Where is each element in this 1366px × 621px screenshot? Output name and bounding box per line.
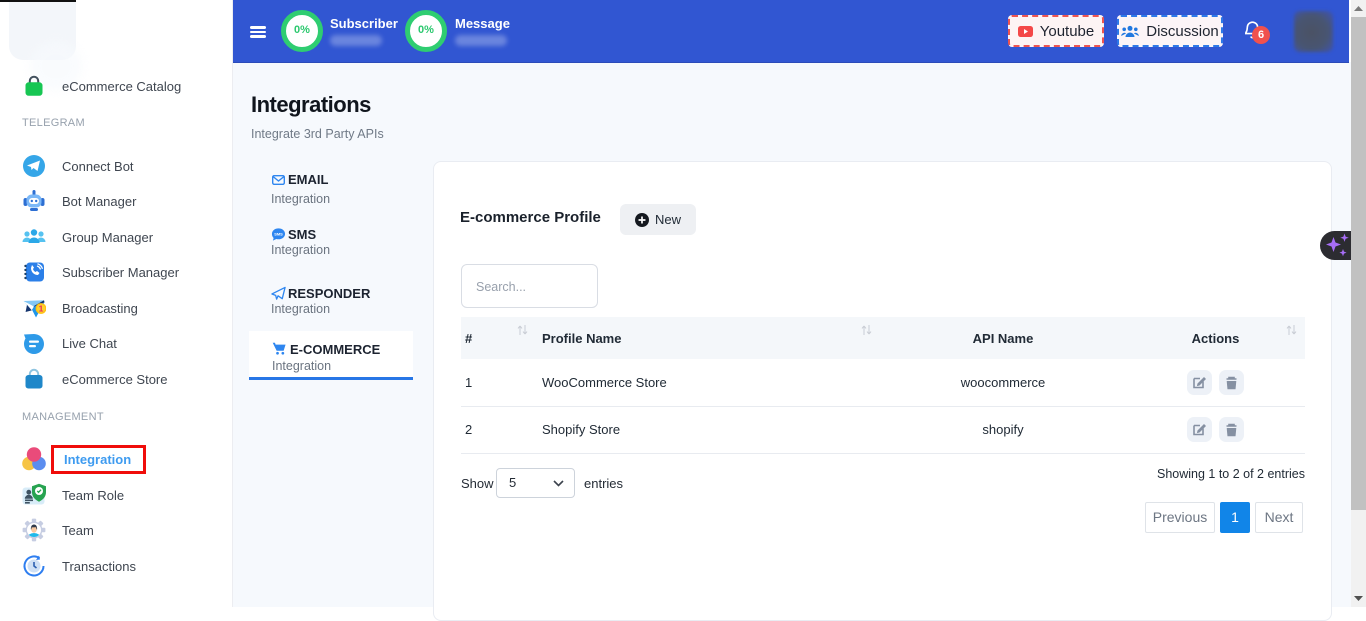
svg-text:SMS: SMS bbox=[274, 232, 283, 237]
svg-text:1: 1 bbox=[39, 304, 44, 314]
